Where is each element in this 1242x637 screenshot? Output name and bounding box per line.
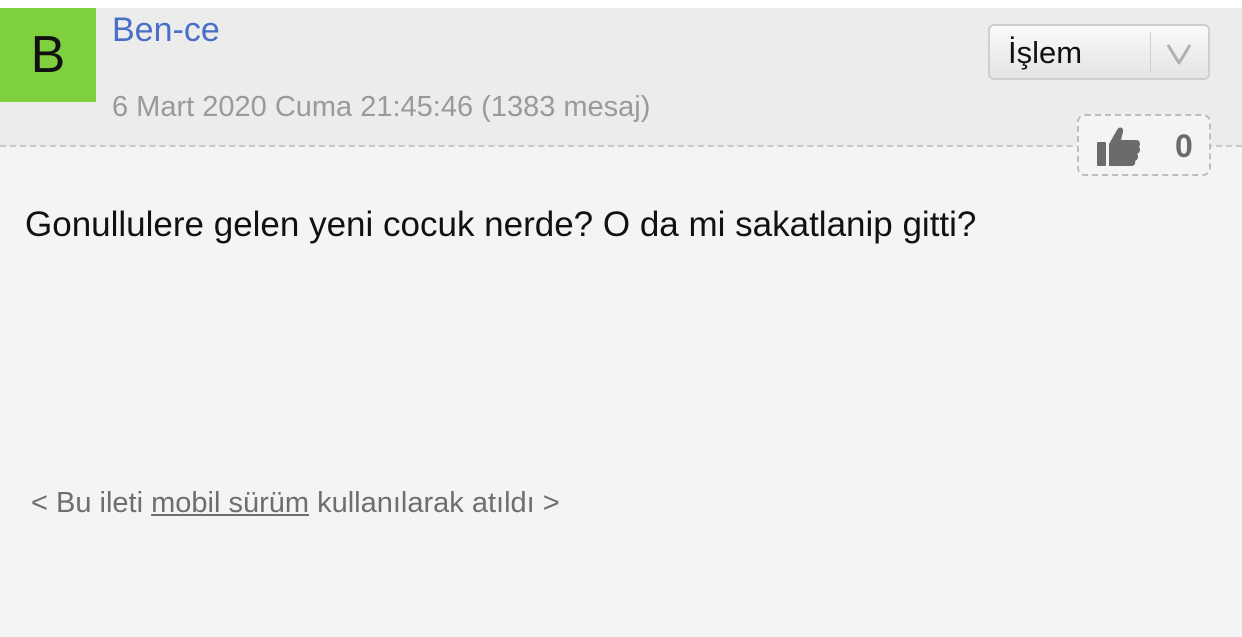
thumbs-up-icon — [1097, 127, 1141, 166]
post-meta: 6 Mart 2020 Cuma 21:45:46 (1383 mesaj) — [112, 91, 651, 123]
mobile-note: < Bu ileti mobil sürüm kullanılarak atıl… — [31, 484, 560, 522]
actions-dropdown[interactable]: İşlem — [988, 24, 1210, 80]
avatar: B — [0, 8, 96, 102]
mobile-note-prefix: < Bu ileti — [31, 487, 152, 519]
author-link[interactable]: Ben-ce — [112, 10, 220, 50]
like-button[interactable]: 0 — [1077, 114, 1211, 176]
actions-dropdown-label: İşlem — [1008, 35, 1083, 70]
like-count: 0 — [1175, 128, 1193, 164]
top-strip — [0, 0, 1242, 8]
mobile-version-link[interactable]: mobil sürüm — [151, 487, 309, 519]
mobile-note-suffix: kullanılarak atıldı > — [309, 487, 560, 519]
header-divider — [0, 145, 1242, 147]
dropdown-divider — [1150, 32, 1151, 72]
post-message: Gonullulere gelen yeni cocuk nerde? O da… — [25, 205, 977, 244]
chevron-down-icon — [1166, 44, 1192, 65]
